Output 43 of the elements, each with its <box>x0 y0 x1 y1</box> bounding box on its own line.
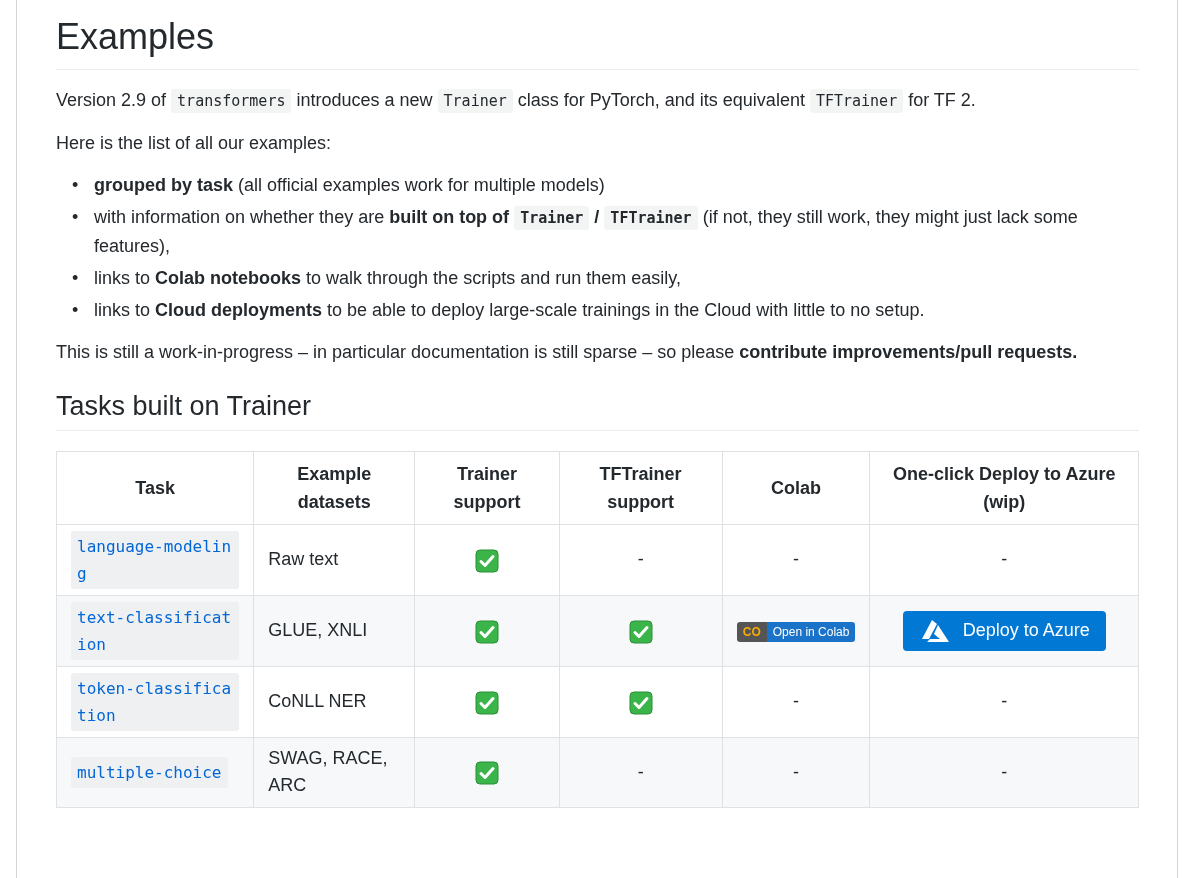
dash-text: - <box>1001 691 1008 712</box>
dash-text: - <box>793 691 800 712</box>
intro-paragraph: Version 2.9 of transformers introduces a new Trainer class for PyTorch, and its equivalent TFTrainer for TF 2. <box>56 86 1139 115</box>
note-paragraph: This is still a work-in-progress – in particular documentation is still sparse – so please contribute improvements/pull requests. <box>56 341 1079 364</box>
checkmark-icon <box>474 761 499 785</box>
bullet-text: links to Colab notebooks to walk through the scripts and run them easily, <box>94 267 681 290</box>
column-header: One-click Deploy to Azure (wip) <box>869 451 1139 525</box>
deploy-button[interactable]: Deploy to Azure <box>902 610 1106 651</box>
checkmark-icon <box>474 619 499 644</box>
section-heading: Tasks built on Trainer <box>56 390 1139 431</box>
column-header: Task <box>56 451 254 525</box>
bullet-marker: • <box>72 206 80 229</box>
dash-text: - <box>637 549 644 570</box>
dash-text: - <box>637 761 644 782</box>
dash-text: - <box>793 549 800 570</box>
task-link[interactable]: token-classification <box>71 672 240 731</box>
colab-badge-label: Open in Colab <box>766 621 856 642</box>
column-header: Example datasets <box>253 451 415 525</box>
checkmark-icon <box>628 690 653 715</box>
dash-text: - <box>1001 761 1008 782</box>
bullet-marker: • <box>72 267 80 290</box>
checkmark-icon <box>474 548 499 573</box>
bullet-text: grouped by task (all official examples work for multiple models) <box>94 174 605 197</box>
bullet-text: links to Cloud deployments to be able to deploy large-scale trainings in the Cloud with little to no setup. <box>94 299 925 322</box>
column-header: Colab <box>722 451 870 525</box>
bullet-marker: • <box>72 299 80 322</box>
dash-text: - <box>1001 549 1008 570</box>
list-intro: Here is the list of all our examples: <box>56 132 333 155</box>
dataset-text: Raw text <box>268 549 339 570</box>
dataset-text: GLUE, XNLI <box>268 620 368 641</box>
dataset-text: CoNLL NER <box>268 691 367 712</box>
column-header: Trainer support <box>414 451 560 525</box>
task-link[interactable]: text-classification <box>71 601 240 660</box>
task-link[interactable]: multiple-choice <box>71 756 228 788</box>
page-heading: Examples <box>56 14 1139 70</box>
bullet-marker: • <box>72 174 80 197</box>
dash-text: - <box>793 761 800 782</box>
dataset-text: SWAG, RACE, ARC <box>268 748 388 796</box>
task-link[interactable]: language-modeling <box>71 530 240 589</box>
colab-logo: CO <box>736 621 767 642</box>
column-header: TFTrainer support <box>559 451 723 525</box>
checkmark-icon <box>628 619 653 644</box>
checkmark-icon <box>474 690 499 715</box>
